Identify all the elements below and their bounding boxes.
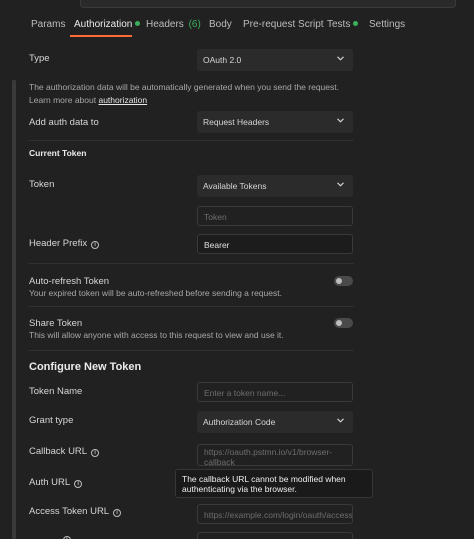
info-icon[interactable]: i [74, 480, 83, 488]
chevron-down-icon [337, 56, 344, 61]
section-divider [28, 140, 354, 141]
callback-url-input[interactable]: https://oauth.pstmn.io/v1/browser-callba… [197, 444, 353, 466]
status-dot-icon [135, 21, 141, 26]
tab-params[interactable]: Params [31, 19, 65, 30]
tab-tests-label: Tests [327, 19, 351, 30]
auth-type-value: OAuth 2.0 [203, 55, 242, 65]
auto-refresh-desc: Your expired token will be auto-refreshe… [29, 288, 282, 298]
access-token-url-label-text: Access Token URL [29, 506, 110, 517]
access-token-url-label: Access Token URL i [29, 506, 122, 517]
toggle-knob [336, 320, 342, 326]
grant-type-label: Grant type [29, 415, 74, 426]
toggle-knob [336, 278, 342, 284]
token-name-label: Token Name [29, 386, 83, 397]
chevron-down-icon [337, 418, 344, 423]
auth-url-label-text: Auth URL [29, 477, 71, 488]
auth-type-select[interactable]: OAuth 2.0 [197, 49, 353, 71]
auth-url-label: Auth URL i [29, 477, 83, 488]
tab-body[interactable]: Body [209, 19, 232, 30]
info-icon[interactable]: i [113, 509, 122, 517]
callback-url-label: Callback URL i [29, 446, 100, 457]
client-id-input-partial[interactable] [197, 532, 353, 539]
url-input[interactable] [80, 0, 456, 8]
auth-info-prefix: Learn more about [29, 95, 99, 105]
callback-url-label-text: Callback URL [29, 446, 88, 457]
request-tabs: Params Authorization Headers (6) Body Pr… [0, 14, 474, 38]
authorization-learn-more-link[interactable]: authorization [98, 95, 147, 105]
tab-headers[interactable]: Headers (6) [146, 19, 201, 30]
scrollbar-thumb[interactable] [12, 80, 16, 539]
tab-settings[interactable]: Settings [369, 19, 405, 30]
add-auth-data-value: Request Headers [203, 117, 270, 127]
tooltip-line1: The callback URL cannot be modified when [182, 474, 346, 484]
token-label: Token [29, 179, 55, 190]
add-auth-data-label: Add auth data to [29, 117, 99, 128]
section-divider [28, 263, 354, 264]
access-token-url-input[interactable]: https://example.com/login/oauth/access_t… [197, 504, 353, 524]
auth-info-text: The authorization data will be automatic… [29, 81, 339, 107]
share-token-desc: This will allow anyone with access to th… [29, 330, 284, 340]
url-bar-strip [0, 0, 474, 10]
tab-authorization-label: Authorization [74, 19, 133, 30]
client-id-label-partial: i [29, 533, 71, 539]
section-divider [28, 350, 354, 351]
type-label: Type [29, 53, 50, 64]
section-divider [28, 306, 354, 307]
info-icon[interactable]: i [91, 449, 100, 457]
tab-headers-count: (6) [188, 19, 201, 30]
configure-new-token-heading: Configure New Token [29, 361, 142, 373]
tab-tests[interactable]: Tests [327, 19, 359, 30]
token-name-input[interactable]: Enter a token name... [197, 382, 353, 402]
current-token-heading: Current Token [29, 148, 87, 158]
auto-refresh-label: Auto-refresh Token [29, 276, 110, 287]
add-auth-data-select[interactable]: Request Headers [197, 111, 353, 133]
tab-authorization[interactable]: Authorization [74, 19, 141, 30]
active-tab-indicator [70, 35, 132, 37]
info-icon[interactable]: i [91, 241, 100, 249]
status-dot-icon [353, 21, 359, 26]
chevron-down-icon [337, 118, 344, 123]
grant-type-select[interactable]: Authorization Code [197, 411, 353, 433]
share-token-toggle[interactable] [334, 318, 353, 328]
tooltip-line2: authenticating via the browser. [182, 484, 297, 494]
available-tokens-value: Available Tokens [203, 181, 267, 191]
auth-info-line1: The authorization data will be automatic… [29, 82, 339, 92]
auto-refresh-toggle[interactable] [334, 276, 353, 286]
tab-params-label: Params [31, 19, 66, 30]
chevron-down-icon [337, 182, 344, 187]
header-prefix-label-text: Header Prefix [29, 238, 88, 249]
header-prefix-input[interactable]: Bearer [197, 234, 353, 254]
tab-body-label: Body [209, 19, 232, 30]
tab-pre-request-script-label: Pre-request Script [243, 19, 324, 30]
auth-info-line2: Learn more about authorization [29, 94, 339, 107]
tab-pre-request-script[interactable]: Pre-request Script [243, 19, 324, 30]
token-input[interactable]: Token [197, 206, 353, 226]
share-token-label: Share Token [29, 318, 83, 329]
tab-settings-label: Settings [369, 19, 406, 30]
callback-url-tooltip: The callback URL cannot be modified when… [175, 469, 373, 498]
available-tokens-select[interactable]: Available Tokens [197, 175, 353, 197]
grant-type-value: Authorization Code [203, 417, 276, 427]
header-prefix-label: Header Prefix i [29, 238, 100, 249]
tab-headers-label: Headers [146, 19, 184, 30]
